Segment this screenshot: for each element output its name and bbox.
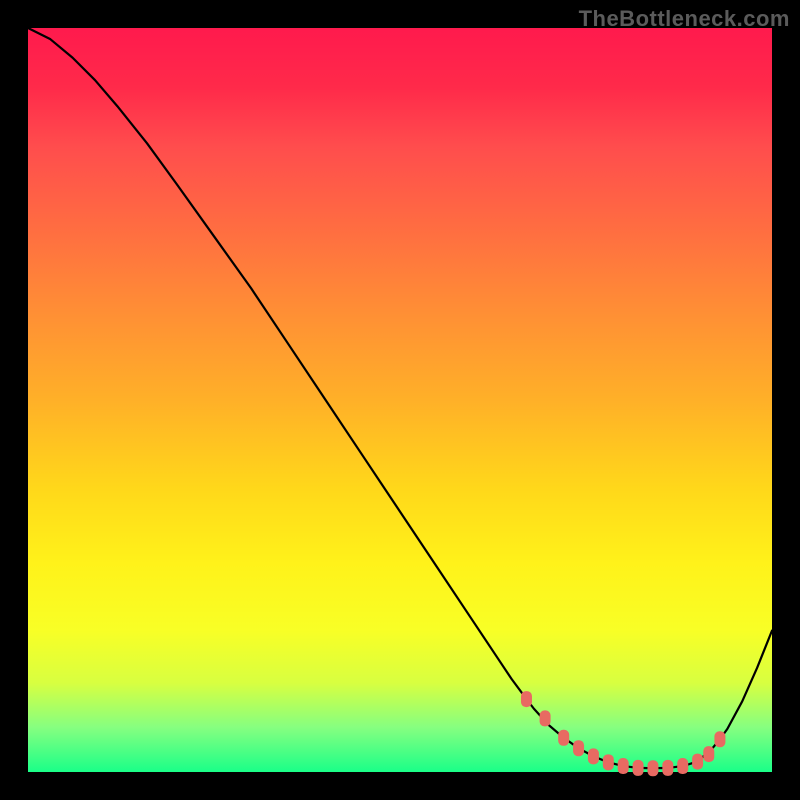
curve-marker xyxy=(647,760,658,776)
curve-marker xyxy=(573,740,584,756)
chart-frame: TheBottleneck.com xyxy=(0,0,800,800)
curve-marker xyxy=(521,691,532,707)
curve-marker xyxy=(603,754,614,770)
gradient-plot-area xyxy=(28,28,772,772)
curve-marker xyxy=(677,758,688,774)
curve-marker xyxy=(540,710,551,726)
curve-markers xyxy=(521,691,725,776)
curve-marker xyxy=(633,760,644,776)
curve-marker xyxy=(714,731,725,747)
watermark-text: TheBottleneck.com xyxy=(579,6,790,32)
curve-marker xyxy=(618,758,629,774)
curve-marker xyxy=(662,760,673,776)
curve-marker xyxy=(692,754,703,770)
curve-marker xyxy=(703,746,714,762)
bottleneck-curve xyxy=(28,28,772,768)
curve-marker xyxy=(558,730,569,746)
chart-svg xyxy=(28,28,772,772)
curve-marker xyxy=(588,748,599,764)
